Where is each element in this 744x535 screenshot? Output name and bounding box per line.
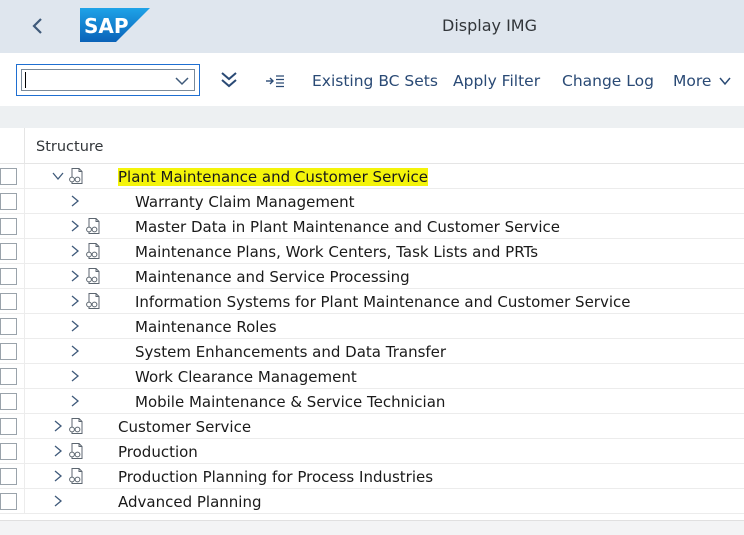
tree-node-label[interactable]: Advanced Planning — [118, 493, 261, 511]
tree-row[interactable]: Information Systems for Plant Maintenanc… — [0, 289, 744, 314]
document-glasses-icon[interactable] — [84, 292, 102, 310]
document-glasses-icon[interactable] — [67, 167, 85, 185]
row-divider — [24, 389, 25, 414]
double-chevron-down-icon[interactable] — [219, 70, 239, 90]
chevron-down-icon[interactable] — [174, 73, 190, 89]
expand-right-icon[interactable] — [69, 195, 81, 207]
row-divider — [24, 439, 25, 464]
row-divider — [24, 214, 25, 239]
tree-node-label[interactable]: Master Data in Plant Maintenance and Cus… — [135, 218, 560, 236]
tree-row[interactable]: Production Planning for Process Industri… — [0, 464, 744, 489]
row-selector-checkbox[interactable] — [0, 443, 17, 460]
expand-right-icon[interactable] — [52, 420, 64, 432]
apply-filter-button[interactable]: Apply Filter — [453, 72, 540, 90]
tree-node-label[interactable]: Maintenance Plans, Work Centers, Task Li… — [135, 243, 538, 261]
tree-node-label[interactable]: Maintenance and Service Processing — [135, 268, 410, 286]
expand-right-icon[interactable] — [52, 470, 64, 482]
tree-column-header: Structure — [0, 128, 744, 164]
row-divider — [24, 239, 25, 264]
tree-node-label[interactable]: Production Planning for Process Industri… — [118, 468, 433, 486]
tree-row[interactable]: Mobile Maintenance & Service Technician — [0, 389, 744, 414]
row-divider — [24, 289, 25, 314]
tree-row[interactable]: Work Clearance Management — [0, 364, 744, 389]
change-log-button[interactable]: Change Log — [562, 72, 654, 90]
tree-row[interactable]: Master Data in Plant Maintenance and Cus… — [0, 214, 744, 239]
row-divider — [24, 414, 25, 439]
tree-row[interactable]: Maintenance and Service Processing — [0, 264, 744, 289]
img-structure-tree: Structure Plant Maintenance and Customer… — [0, 128, 744, 520]
expand-down-icon[interactable] — [52, 170, 64, 182]
row-selector-checkbox[interactable] — [0, 493, 17, 510]
expand-right-icon[interactable] — [69, 295, 81, 307]
tree-node-label[interactable]: Information Systems for Plant Maintenanc… — [135, 293, 631, 311]
expand-right-icon[interactable] — [69, 270, 81, 282]
document-glasses-icon[interactable] — [67, 442, 85, 460]
row-selector-checkbox[interactable] — [0, 318, 17, 335]
expand-right-icon[interactable] — [52, 445, 64, 457]
document-glasses-icon[interactable] — [84, 267, 102, 285]
tree-node-label[interactable]: Maintenance Roles — [135, 318, 277, 336]
row-divider — [24, 364, 25, 389]
tree-node-label[interactable]: Work Clearance Management — [135, 368, 357, 386]
chevron-down-icon — [719, 77, 731, 86]
separator-band — [0, 106, 744, 128]
document-glasses-icon[interactable] — [84, 242, 102, 260]
row-selector-checkbox[interactable] — [0, 418, 17, 435]
bottom-strip — [0, 520, 744, 535]
tree-node-label[interactable]: Warranty Claim Management — [135, 193, 355, 211]
row-selector-checkbox[interactable] — [0, 393, 17, 410]
row-selector-checkbox[interactable] — [0, 243, 17, 260]
expand-right-icon[interactable] — [52, 495, 64, 507]
document-glasses-icon[interactable] — [67, 467, 85, 485]
expand-right-icon[interactable] — [69, 370, 81, 382]
row-selector-checkbox[interactable] — [0, 268, 17, 285]
column-divider — [24, 128, 25, 164]
tree-row[interactable]: Production — [0, 439, 744, 464]
page-title: Display IMG — [442, 16, 537, 35]
tree-node-label[interactable]: System Enhancements and Data Transfer — [135, 343, 446, 361]
row-divider — [24, 189, 25, 214]
row-selector-checkbox[interactable] — [0, 468, 17, 485]
tree-node-label[interactable]: Plant Maintenance and Customer Service — [118, 168, 428, 186]
row-selector-checkbox[interactable] — [0, 168, 17, 185]
row-divider — [24, 489, 25, 514]
row-divider — [24, 264, 25, 289]
row-selector-checkbox[interactable] — [0, 343, 17, 360]
command-field[interactable] — [16, 64, 200, 96]
tree-row[interactable]: Maintenance Plans, Work Centers, Task Li… — [0, 239, 744, 264]
more-label: More — [673, 72, 712, 90]
toolbar: Existing BC Sets Apply Filter Change Log… — [0, 53, 744, 106]
shell-bar: SAP Display IMG — [0, 0, 744, 53]
more-button[interactable]: More — [673, 72, 732, 90]
command-input[interactable] — [21, 69, 195, 91]
row-selector-checkbox[interactable] — [0, 293, 17, 310]
row-divider — [24, 164, 25, 189]
row-divider — [24, 464, 25, 489]
text-cursor — [25, 72, 26, 88]
expand-right-icon[interactable] — [69, 320, 81, 332]
collapse-indent-icon[interactable] — [265, 73, 285, 89]
tree-node-label[interactable]: Mobile Maintenance & Service Technician — [135, 393, 445, 411]
row-selector-checkbox[interactable] — [0, 368, 17, 385]
document-glasses-icon[interactable] — [84, 217, 102, 235]
row-divider — [24, 339, 25, 364]
expand-right-icon[interactable] — [69, 245, 81, 257]
row-divider — [24, 314, 25, 339]
row-selector-checkbox[interactable] — [0, 193, 17, 210]
expand-right-icon[interactable] — [69, 220, 81, 232]
expand-right-icon[interactable] — [69, 395, 81, 407]
expand-right-icon[interactable] — [69, 345, 81, 357]
tree-row[interactable]: Warranty Claim Management — [0, 189, 744, 214]
row-selector-checkbox[interactable] — [0, 218, 17, 235]
tree-row[interactable]: Maintenance Roles — [0, 314, 744, 339]
tree-node-label[interactable]: Production — [118, 443, 198, 461]
document-glasses-icon[interactable] — [67, 417, 85, 435]
tree-row[interactable]: Plant Maintenance and Customer Service — [0, 164, 744, 189]
tree-row[interactable]: System Enhancements and Data Transfer — [0, 339, 744, 364]
existing-bc-sets-button[interactable]: Existing BC Sets — [312, 72, 438, 90]
structure-column-label: Structure — [36, 139, 104, 155]
tree-row[interactable]: Advanced Planning — [0, 489, 744, 514]
tree-row[interactable]: Customer Service — [0, 414, 744, 439]
tree-node-label[interactable]: Customer Service — [118, 418, 251, 436]
